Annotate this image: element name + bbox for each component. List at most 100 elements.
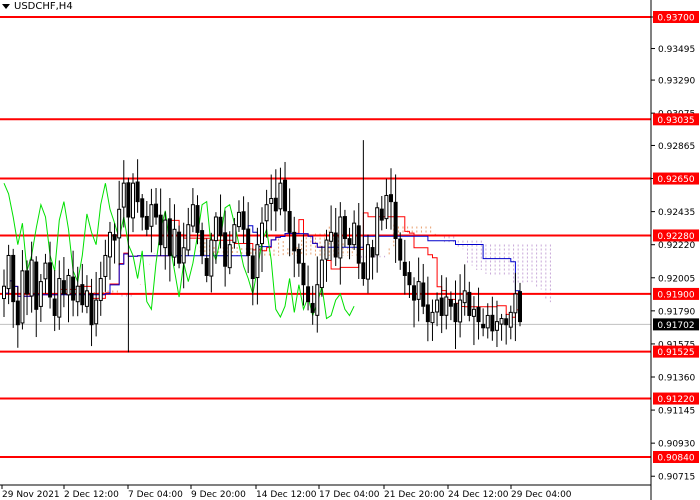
candle-body: [458, 299, 463, 323]
candle-body: [236, 211, 241, 228]
chart-area[interactable]: 0.937000.934950.932900.930750.928650.926…: [0, 0, 700, 500]
candle-body: [15, 300, 20, 326]
time-tick-label: 21 Dec 20:00: [384, 490, 445, 500]
candle-body: [324, 239, 329, 260]
current-tag-text: 0.91702: [657, 321, 694, 331]
price-tick: 0.90715: [651, 473, 695, 483]
candle-body: [283, 179, 288, 212]
candle-body: [416, 281, 421, 300]
level-price-tag: 0.91220: [653, 392, 699, 405]
price-tick-label: 0.93495: [658, 45, 695, 55]
candle-body: [25, 270, 30, 295]
candle-body: [361, 262, 366, 280]
candle-body: [393, 201, 398, 240]
price-tick: 0.90930: [651, 440, 695, 450]
level-price-tag: 0.93035: [653, 113, 699, 126]
candle-body: [121, 182, 126, 208]
candle-body: [315, 284, 320, 316]
candle-body: [329, 231, 334, 242]
candle: [177, 225, 182, 269]
time-tick-label: 29 Nov 2021: [2, 490, 60, 500]
candle-body: [430, 311, 435, 324]
time-tick-label: 2 Dec 12:00: [64, 490, 119, 500]
candle-body: [163, 219, 168, 249]
level-price-tag: 0.92280: [653, 229, 699, 242]
candle-body: [481, 323, 486, 329]
level-price-tag: 0.90840: [653, 451, 699, 464]
candle-body: [365, 244, 370, 280]
candle-body: [80, 284, 85, 306]
candle-body: [255, 244, 260, 279]
time-tick-label: 17 Dec 04:00: [319, 490, 380, 500]
candle-body: [389, 194, 393, 203]
candle-body: [186, 224, 191, 251]
candle-body: [140, 198, 145, 218]
candle-body: [144, 215, 149, 230]
candlestick-chart[interactable]: 0.937000.934950.932900.930750.928650.926…: [0, 0, 700, 500]
candle-body: [485, 314, 490, 329]
price-axis: 0.937000.934950.932900.930750.928650.926…: [651, 14, 695, 483]
level-tag-text: 0.91900: [657, 290, 694, 300]
symbol-text: USDCHF,H4: [14, 1, 73, 12]
candle-body: [342, 216, 347, 240]
candle-body: [209, 239, 214, 277]
price-tick: 0.91360: [651, 374, 695, 384]
price-tick-label: 0.92220: [658, 241, 695, 251]
candle-body: [356, 225, 361, 264]
time-tick-label: 7 Dec 04:00: [128, 490, 183, 500]
candle-body: [48, 262, 53, 298]
candle-body: [213, 216, 218, 242]
candle-body: [384, 194, 389, 220]
level-tag-text: 0.93700: [657, 14, 694, 24]
candle-body: [333, 232, 338, 258]
price-tick: 0.93290: [651, 77, 695, 87]
candle-body: [421, 282, 426, 307]
candle-body: [204, 258, 209, 276]
price-tick-label: 0.91360: [658, 374, 695, 384]
candle-body: [232, 224, 237, 243]
candle-body: [11, 254, 16, 303]
candle-body: [287, 211, 292, 233]
candle-body: [494, 321, 499, 331]
candle-body: [57, 278, 62, 318]
candle-body: [273, 197, 278, 212]
candle-body: [75, 285, 80, 303]
candle-body: [301, 262, 306, 286]
level-tag-text: 0.93035: [657, 116, 694, 126]
price-tick: 0.92435: [651, 208, 695, 218]
chart-symbol-label[interactable]: USDCHF,H4: [2, 1, 73, 12]
candle-body: [190, 204, 195, 227]
candle-body: [278, 182, 283, 210]
candle-body: [126, 182, 131, 218]
candle-body: [158, 214, 163, 246]
level-tag-text: 0.92650: [657, 175, 694, 185]
level-tag-text: 0.90840: [657, 454, 694, 464]
candle-body: [476, 306, 481, 323]
price-tick-label: 0.91145: [658, 407, 695, 417]
candle-body: [241, 211, 246, 230]
level-tag-text: 0.91525: [657, 348, 694, 358]
candle-body: [149, 204, 154, 227]
time-tick-label: 14 Dec 12:00: [256, 490, 317, 500]
dropdown-triangle-icon[interactable]: [2, 4, 10, 9]
level-price-tag: 0.93700: [653, 11, 699, 24]
candle-body: [513, 293, 518, 314]
candle-body: [439, 297, 444, 316]
candle-body: [167, 218, 172, 256]
price-tick: 0.92005: [651, 274, 695, 284]
price-tick-label: 0.92865: [658, 142, 695, 152]
price-tick: 0.91790: [651, 307, 695, 317]
candle-body: [227, 244, 232, 269]
candle-body: [412, 285, 417, 301]
candle-body: [319, 259, 324, 289]
candle-body: [154, 203, 159, 218]
candle-body: [250, 255, 255, 280]
candle-body: [135, 181, 140, 203]
candle-body: [260, 222, 264, 245]
price-tick-label: 0.91790: [658, 307, 695, 317]
candle-body: [200, 230, 205, 256]
candle-body: [181, 247, 186, 264]
time-tick-label: 9 Dec 20:00: [191, 490, 246, 500]
candle-body: [379, 208, 384, 221]
candle-body: [448, 299, 453, 307]
